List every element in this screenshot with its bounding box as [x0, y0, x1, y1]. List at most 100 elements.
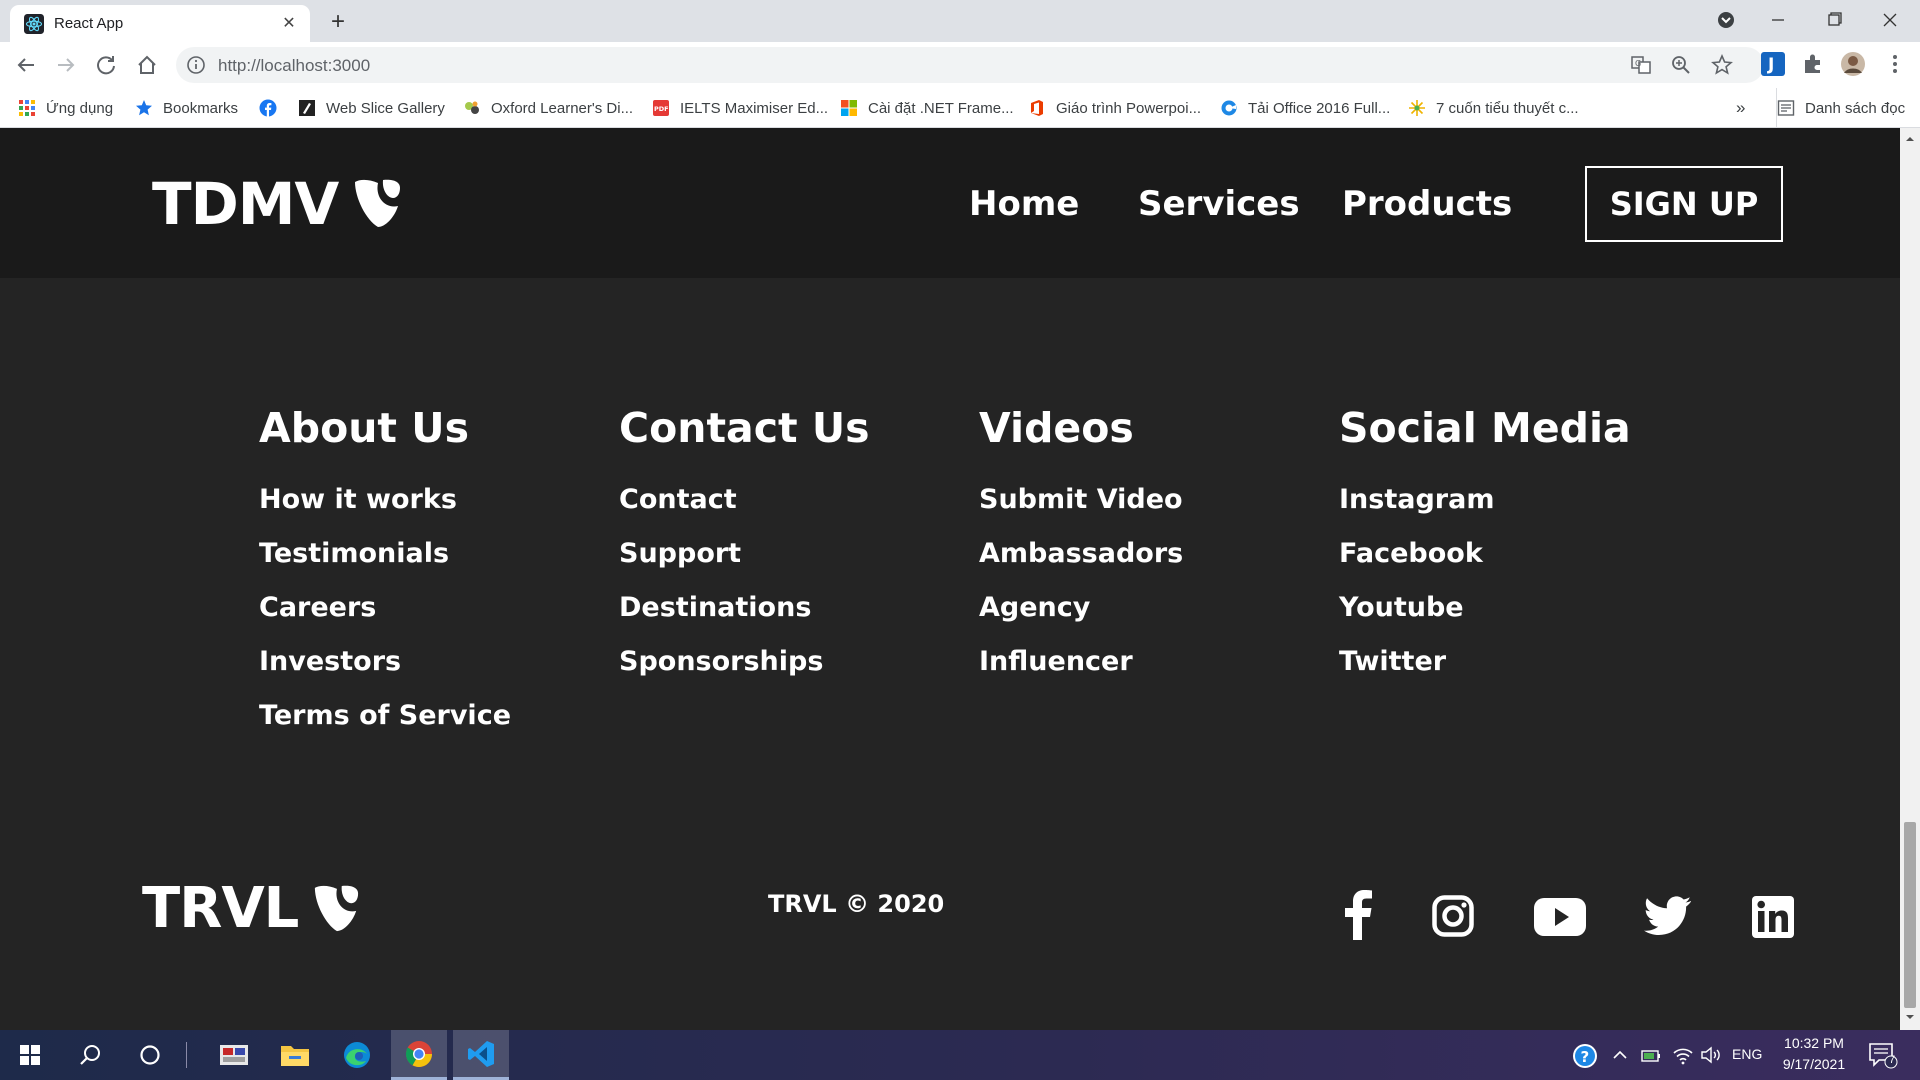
- nav-link-services[interactable]: Services: [1138, 184, 1300, 224]
- scroll-down-arrow-icon[interactable]: [1905, 1012, 1915, 1022]
- footer-link[interactable]: Investors: [259, 644, 511, 698]
- scroll-up-arrow-icon[interactable]: [1905, 134, 1915, 144]
- footer-link[interactable]: Destinations: [619, 590, 870, 644]
- vscode-icon: [468, 1040, 494, 1067]
- footer-link[interactable]: Support: [619, 536, 870, 590]
- browser-tab[interactable]: React App ✕: [10, 5, 310, 42]
- taskbar-vscode[interactable]: [453, 1030, 509, 1080]
- help-icon[interactable]: ?: [1572, 1043, 1598, 1069]
- tab-close-icon[interactable]: ✕: [278, 13, 300, 35]
- bookmark-novels[interactable]: 7 cuốn tiểu thuyết c...: [1408, 88, 1579, 128]
- youtube-icon[interactable]: [1534, 898, 1586, 936]
- footer-column-contact: Contact Us Contact Support Destinations …: [619, 404, 870, 698]
- taskbar-file-explorer[interactable]: [267, 1030, 323, 1080]
- volume-icon[interactable]: [1700, 1045, 1722, 1065]
- bookmark-label: Tải Office 2016 Full...: [1248, 99, 1391, 117]
- language-indicator[interactable]: ENG: [1732, 1046, 1762, 1062]
- search-button[interactable]: [62, 1030, 118, 1080]
- page-scrollbar[interactable]: [1900, 128, 1920, 1030]
- extensions-puzzle-icon[interactable]: [1800, 51, 1826, 77]
- column-title: About Us: [259, 404, 470, 452]
- bookmark-web-slice-gallery[interactable]: Web Slice Gallery: [298, 88, 445, 128]
- footer-link[interactable]: Agency: [979, 590, 1183, 644]
- clock-date[interactable]: 9/17/2021: [1776, 1056, 1852, 1072]
- footer-brand-name: TRVL: [142, 876, 299, 941]
- column-title: Videos: [979, 404, 1134, 452]
- chrome-icon: [405, 1040, 433, 1067]
- new-tab-button[interactable]: +: [324, 8, 352, 36]
- star-icon: [136, 100, 152, 116]
- extension-j-icon[interactable]: J: [1760, 51, 1786, 77]
- url-text[interactable]: http://localhost:3000: [218, 56, 370, 76]
- bookmarks-overflow-button[interactable]: »: [1736, 88, 1745, 128]
- more-menu-icon[interactable]: [1882, 51, 1908, 77]
- footer-column-about: About Us How it works Testimonials Caree…: [259, 404, 511, 752]
- footer-link[interactable]: Sponsorships: [619, 644, 870, 698]
- taskbar-chrome[interactable]: [391, 1030, 447, 1080]
- footer-link[interactable]: Contact: [619, 482, 870, 536]
- footer-logo[interactable]: TRVL: [142, 876, 360, 941]
- taskbar-task-view[interactable]: [206, 1030, 262, 1080]
- footer-link[interactable]: Instagram: [1339, 482, 1631, 536]
- bookmark-star-icon[interactable]: [1711, 54, 1733, 76]
- tray-chevron-up-icon[interactable]: [1612, 1048, 1628, 1062]
- address-bar[interactable]: http://localhost:3000 G: [176, 47, 1764, 83]
- minimize-icon[interactable]: [1760, 6, 1796, 34]
- bookmark-label: Bookmarks: [163, 99, 239, 117]
- footer-column-videos: Videos Submit Video Ambassadors Agency I…: [979, 404, 1183, 698]
- bookmark-office-2016[interactable]: Tải Office 2016 Full...: [1220, 88, 1390, 128]
- forward-arrow-icon[interactable]: [52, 51, 80, 79]
- clock-time[interactable]: 10:32 PM: [1782, 1035, 1846, 1051]
- svg-text:?: ?: [1581, 1048, 1590, 1066]
- sign-up-button[interactable]: SIGN UP: [1585, 166, 1783, 242]
- wifi-icon[interactable]: [1672, 1045, 1694, 1065]
- start-button[interactable]: [2, 1030, 58, 1080]
- nav-link-products[interactable]: Products: [1342, 184, 1512, 224]
- bookmark-oxford[interactable]: Oxford Learner's Di...: [463, 88, 633, 128]
- restore-icon[interactable]: [1816, 6, 1852, 34]
- bookmark-powerpoint[interactable]: Giáo trình Powerpoi...: [1028, 88, 1201, 128]
- site-info-icon[interactable]: [186, 55, 206, 75]
- column-title: Social Media: [1339, 404, 1631, 452]
- reload-icon[interactable]: [92, 51, 120, 79]
- battery-icon[interactable]: [1640, 1046, 1662, 1064]
- footer-link[interactable]: Influencer: [979, 644, 1183, 698]
- taskbar-edge[interactable]: [329, 1030, 385, 1080]
- reading-list-button[interactable]: Danh sách đọc: [1776, 88, 1905, 128]
- close-window-icon[interactable]: [1872, 6, 1908, 34]
- back-arrow-icon[interactable]: [12, 51, 40, 79]
- windows-logo-icon: [841, 100, 857, 116]
- footer-link[interactable]: Submit Video: [979, 482, 1183, 536]
- bookmark-label: IELTS Maximiser Ed...: [680, 99, 829, 117]
- brand-logo[interactable]: TDMV: [152, 170, 402, 238]
- footer-link[interactable]: Terms of Service: [259, 698, 511, 752]
- linkedin-icon[interactable]: [1752, 896, 1794, 938]
- footer-link[interactable]: Facebook: [1339, 536, 1631, 590]
- bookmark-ielts[interactable]: PDF IELTS Maximiser Ed...: [652, 88, 828, 128]
- zoom-icon[interactable]: [1670, 54, 1692, 76]
- bookmark-apps[interactable]: Ứng dụng: [18, 88, 113, 128]
- twitter-icon[interactable]: [1644, 896, 1692, 936]
- scroll-thumb[interactable]: [1904, 822, 1916, 1008]
- tab-search-icon[interactable]: [1708, 6, 1744, 34]
- bookmark-facebook[interactable]: [259, 88, 277, 128]
- nav-link-home[interactable]: Home: [969, 184, 1079, 224]
- footer-link[interactable]: Twitter: [1339, 644, 1631, 698]
- home-icon[interactable]: [133, 51, 161, 79]
- footer-link[interactable]: How it works: [259, 482, 511, 536]
- reading-list-icon: [1777, 100, 1795, 116]
- footer-link[interactable]: Youtube: [1339, 590, 1631, 644]
- footer-link[interactable]: Testimonials: [259, 536, 511, 590]
- bookmark-bookmarks[interactable]: Bookmarks: [135, 88, 238, 128]
- footer-column-social: Social Media Instagram Facebook Youtube …: [1339, 404, 1631, 698]
- translate-icon[interactable]: G: [1630, 54, 1652, 76]
- bookmark-dotnet[interactable]: Cài đặt .NET Frame...: [840, 88, 1014, 128]
- bookmark-label: Giáo trình Powerpoi...: [1056, 99, 1202, 117]
- profile-avatar-icon[interactable]: [1840, 51, 1866, 77]
- instagram-icon[interactable]: [1432, 895, 1474, 937]
- footer-link[interactable]: Careers: [259, 590, 511, 644]
- bookmarks-bar: Ứng dụng Bookmarks Web Slice Gallery Oxf…: [0, 88, 1920, 128]
- footer-link[interactable]: Ambassadors: [979, 536, 1183, 590]
- cortana-button[interactable]: [122, 1030, 178, 1080]
- facebook-icon[interactable]: [1342, 890, 1374, 940]
